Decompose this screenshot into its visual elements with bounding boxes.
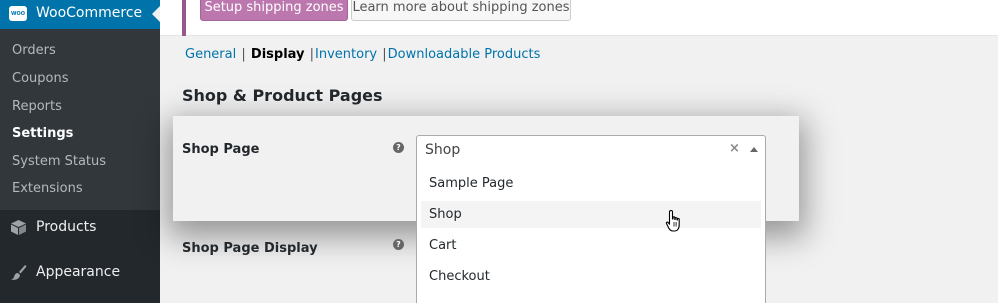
- shop-page-label: Shop Page: [182, 142, 260, 157]
- menu-products[interactable]: Products: [0, 210, 160, 244]
- shop-page-select-value: Shop: [425, 142, 461, 158]
- subnav-general[interactable]: General: [185, 47, 236, 62]
- submenu-system-status[interactable]: System Status: [12, 154, 106, 169]
- shop-page-select[interactable]: Shop ×: [416, 135, 766, 164]
- woocommerce-icon: WOO: [9, 6, 27, 21]
- menu-appearance-label: Appearance: [36, 264, 121, 280]
- submenu-settings[interactable]: Settings: [12, 126, 73, 141]
- appearance-brush-icon: [9, 263, 27, 281]
- hand-cursor-icon: [665, 209, 685, 235]
- products-box-icon: [9, 218, 27, 236]
- menu-appearance[interactable]: Appearance: [0, 255, 160, 289]
- shop-page-display-label: Shop Page Display: [182, 241, 318, 256]
- subnav-downloadable-products[interactable]: Downloadable Products: [388, 47, 541, 62]
- clear-selection-icon[interactable]: ×: [729, 141, 740, 156]
- learn-more-shipping-button[interactable]: Learn more about shipping zones: [351, 0, 571, 21]
- setup-shipping-zones-button[interactable]: Setup shipping zones: [200, 0, 348, 21]
- dropdown-option[interactable]: Shop: [421, 201, 761, 228]
- dropdown-option[interactable]: Sample Page: [421, 170, 761, 197]
- menu-woocommerce-label: WooCommerce: [36, 5, 143, 21]
- submenu-reports[interactable]: Reports: [12, 99, 62, 114]
- menu-woocommerce[interactable]: WOO WooCommerce: [0, 0, 160, 29]
- dropdown-option[interactable]: Cart: [421, 232, 761, 259]
- subnav-separator: |: [382, 47, 387, 62]
- subnav-separator: |: [309, 47, 315, 62]
- woocommerce-submenu: Orders Coupons Reports Settings System S…: [0, 29, 160, 210]
- shop-page-dropdown: Sample Page Shop Cart Checkout: [416, 163, 766, 303]
- help-tip-icon[interactable]: ?: [393, 239, 404, 250]
- subnav-display[interactable]: Display: [251, 47, 305, 62]
- admin-sidebar: WOO WooCommerce Orders Coupons Reports S…: [0, 0, 160, 303]
- submenu-extensions[interactable]: Extensions: [12, 181, 83, 196]
- settings-subnav: General | Display |Inventory |Downloadab…: [185, 47, 540, 62]
- subnav-separator: |: [241, 47, 246, 62]
- help-tip-icon[interactable]: ?: [393, 142, 404, 153]
- dropdown-option[interactable]: Checkout: [421, 263, 761, 290]
- notice-accent-bar: [182, 0, 186, 36]
- submenu-coupons[interactable]: Coupons: [12, 71, 69, 86]
- subnav-inventory[interactable]: Inventory: [315, 47, 377, 62]
- section-title: Shop & Product Pages: [182, 86, 383, 105]
- submenu-orders[interactable]: Orders: [12, 43, 56, 58]
- menu-products-label: Products: [36, 219, 97, 235]
- shipping-notice: Setup shipping zones Learn more about sh…: [160, 0, 998, 36]
- chevron-up-icon[interactable]: [750, 147, 758, 152]
